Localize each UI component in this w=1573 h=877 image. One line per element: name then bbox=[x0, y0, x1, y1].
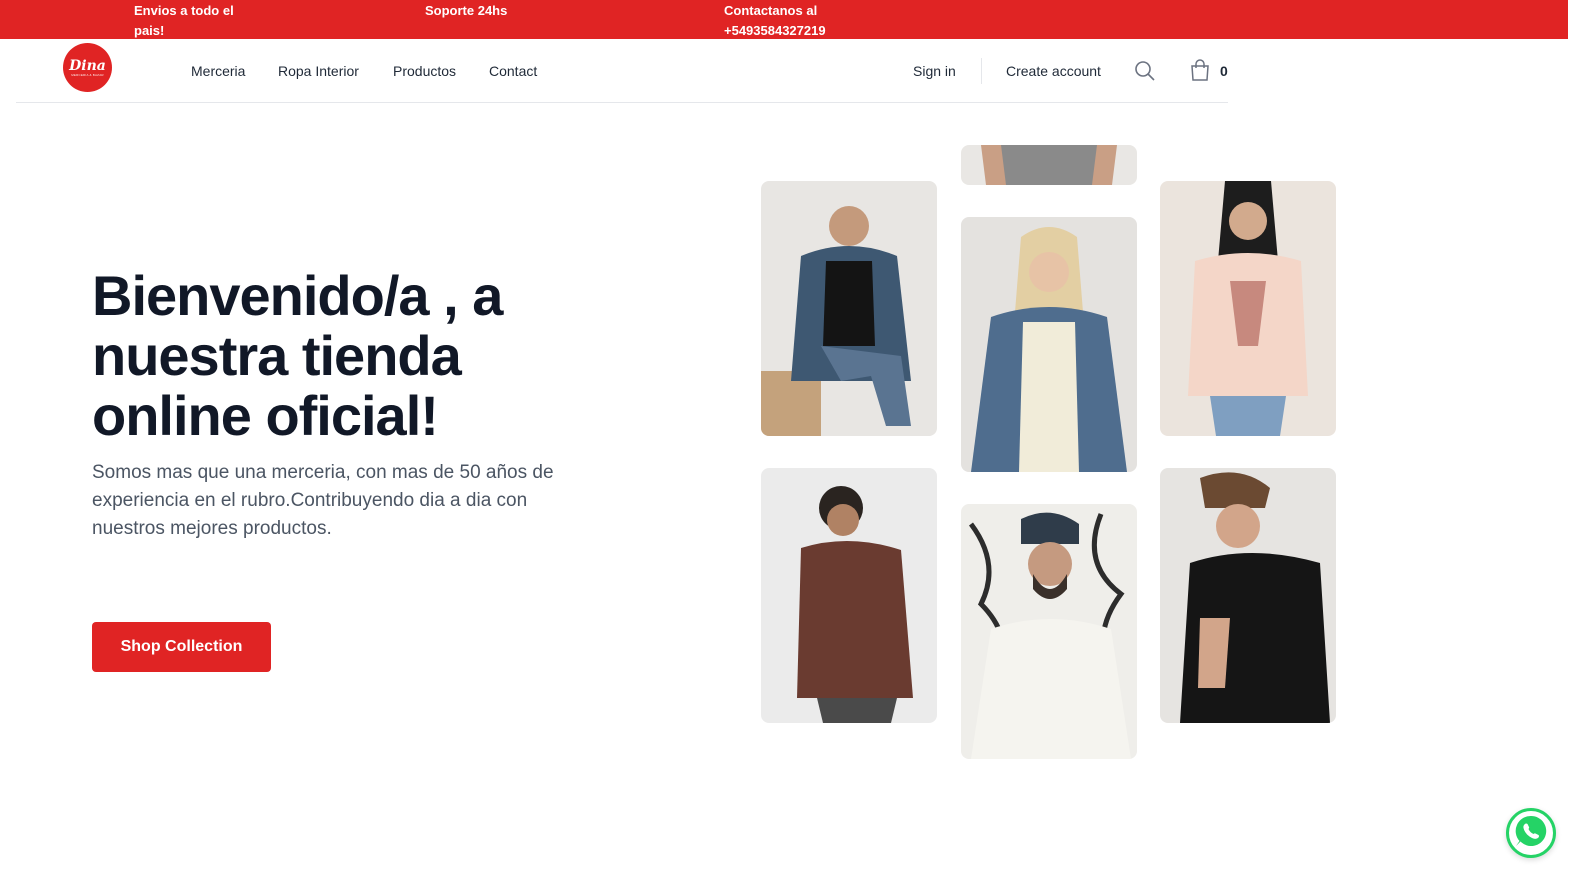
create-account-link[interactable]: Create account bbox=[1006, 62, 1101, 80]
gallery-image-white-tee-cropped bbox=[961, 145, 1137, 185]
whatsapp-icon bbox=[1514, 814, 1548, 853]
gallery-image-blonde-denim bbox=[961, 217, 1137, 472]
search-icon[interactable] bbox=[1134, 60, 1156, 87]
nav-item-contact[interactable]: Contact bbox=[489, 62, 537, 80]
gallery-image-man-beanie bbox=[961, 504, 1137, 759]
gallery-image-woman-denim bbox=[761, 181, 937, 436]
cart-count[interactable]: 0 bbox=[1220, 62, 1228, 80]
announcement-bar: Envios a todo el pais! Soporte 24hs Cont… bbox=[0, 0, 1568, 39]
hero-description: Somos mas que una merceria, con mas de 5… bbox=[92, 462, 554, 539]
shopping-bag-icon[interactable] bbox=[1190, 59, 1210, 86]
shop-collection-button[interactable]: Shop Collection bbox=[92, 622, 271, 672]
nav-item-merceria[interactable]: Merceria bbox=[191, 62, 245, 80]
nav-item-ropa-interior[interactable]: Ropa Interior bbox=[278, 62, 359, 80]
contact-notice: Contactanos al +5493584327219 bbox=[724, 3, 826, 38]
gallery-image-man-brown-tee bbox=[761, 468, 937, 723]
gallery-image-man-black-tee bbox=[1160, 468, 1336, 723]
hero-title: Bienvenido/a , a nuestra tienda online o… bbox=[92, 264, 503, 447]
logo-brand: Dina bbox=[69, 57, 106, 74]
logo-tagline: MERCERIA & BAZAR bbox=[71, 72, 104, 77]
whatsapp-button[interactable] bbox=[1506, 808, 1556, 858]
dina-logo[interactable]: Dina MERCERIA & BAZAR bbox=[63, 43, 112, 92]
support-notice: Soporte 24hs bbox=[425, 3, 508, 18]
nav-item-productos[interactable]: Productos bbox=[393, 62, 456, 80]
main-header: Dina MERCERIA & BAZAR Merceria Ropa Inte… bbox=[16, 39, 1228, 103]
gallery-image-pink-tee bbox=[1160, 181, 1336, 436]
nav-divider bbox=[981, 58, 982, 84]
shipping-notice: Envios a todo el pais! bbox=[134, 3, 234, 38]
sign-in-link[interactable]: Sign in bbox=[913, 62, 956, 80]
